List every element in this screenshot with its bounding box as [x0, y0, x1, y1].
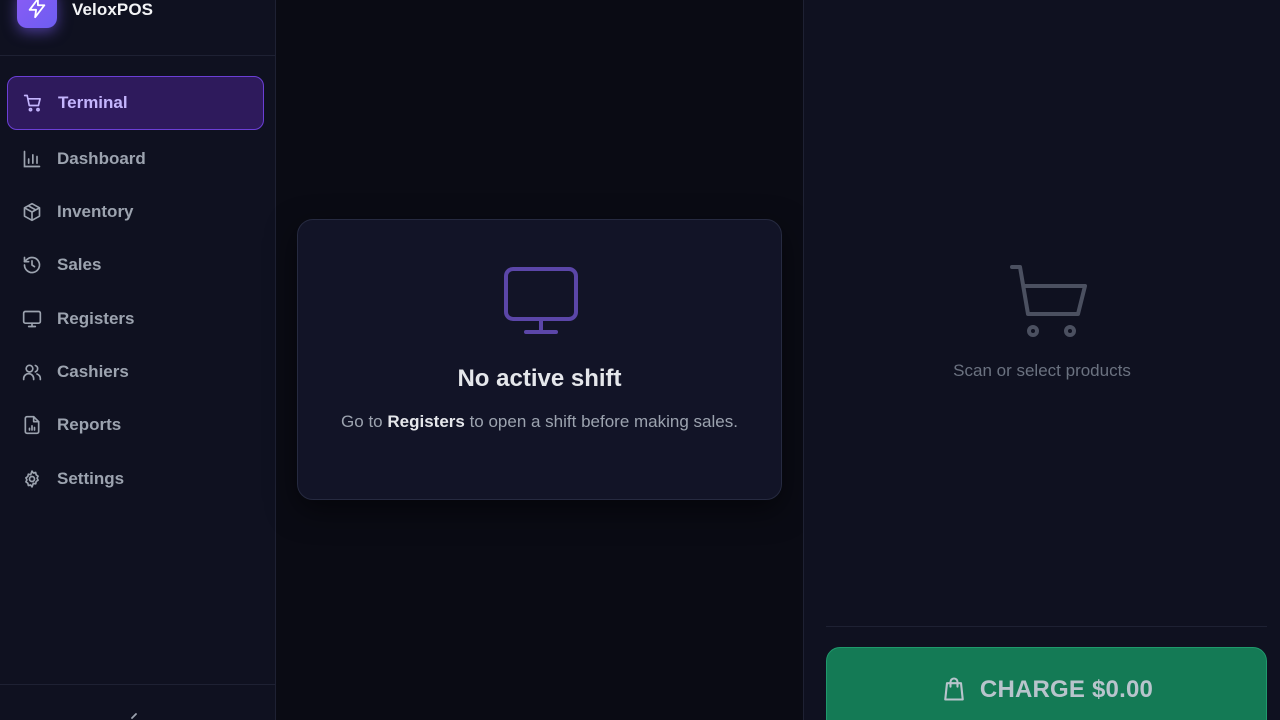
package-icon	[22, 202, 42, 222]
sidebar-item-terminal[interactable]: Terminal	[7, 76, 264, 130]
sidebar-item-inventory[interactable]: Inventory	[7, 185, 264, 239]
collapse-sidebar-button[interactable]	[124, 711, 144, 720]
shift-desc-text: Go to	[341, 412, 388, 431]
shift-desc-text: to open a shift before making sales.	[464, 412, 738, 431]
sidebar-item-dashboard[interactable]: Dashboard	[7, 132, 264, 186]
brand-name: VeloxPOS	[72, 0, 154, 19]
gear-icon	[22, 469, 42, 489]
shift-description: Go to Registers to open a shift before m…	[338, 409, 741, 434]
sidebar-item-label: Dashboard	[57, 149, 146, 168]
bar-chart-icon	[22, 149, 42, 169]
sidebar-item-label: Registers	[57, 309, 135, 328]
charge-label: CHARGE $0.00	[979, 676, 1154, 703]
charge-button[interactable]: CHARGE $0.00	[826, 647, 1267, 720]
sidebar-item-label: Settings	[57, 469, 125, 488]
sidebar-item-label: Cashiers	[57, 362, 129, 381]
sidebar-item-cashiers[interactable]: Cashiers	[7, 345, 264, 399]
sidebar-footer	[0, 684, 275, 720]
registers-link-text: Registers	[387, 412, 465, 431]
brand-header: VeloxPOS	[0, 0, 275, 56]
cart-empty-text: Scan or select products	[953, 361, 1131, 380]
monitor-icon	[502, 266, 580, 338]
sidebar: VeloxPOS Terminal Dashboard Inventory Sa…	[0, 0, 276, 720]
chevron-left-icon	[128, 711, 140, 720]
no-shift-card: No active shift Go to Registers to open …	[297, 219, 782, 500]
terminal-main: No active shift Go to Registers to open …	[276, 0, 803, 720]
sidebar-item-label: Reports	[57, 415, 122, 434]
lightning-logo-icon	[17, 0, 57, 28]
sidebar-item-settings[interactable]: Settings	[7, 452, 264, 506]
sidebar-item-registers[interactable]: Registers	[7, 292, 264, 346]
sidebar-item-reports[interactable]: Reports	[7, 398, 264, 452]
cart-icon	[23, 93, 43, 113]
users-icon	[22, 362, 42, 382]
monitor-icon	[22, 309, 42, 329]
file-chart-icon	[22, 415, 42, 435]
shift-title: No active shift	[457, 365, 622, 392]
sidebar-item-sales[interactable]: Sales	[7, 238, 264, 292]
shopping-bag-icon	[940, 675, 968, 703]
cart-icon	[1008, 262, 1088, 342]
sidebar-item-label: Sales	[57, 255, 102, 274]
pos-app: VeloxPOS Terminal Dashboard Inventory Sa…	[0, 0, 1280, 720]
cart-panel: Scan or select products CHARGE $0.00	[803, 0, 1280, 720]
divider	[826, 626, 1267, 627]
history-icon	[22, 255, 42, 275]
sidebar-item-label: Terminal	[58, 93, 128, 112]
sidebar-item-label: Inventory	[57, 202, 134, 221]
